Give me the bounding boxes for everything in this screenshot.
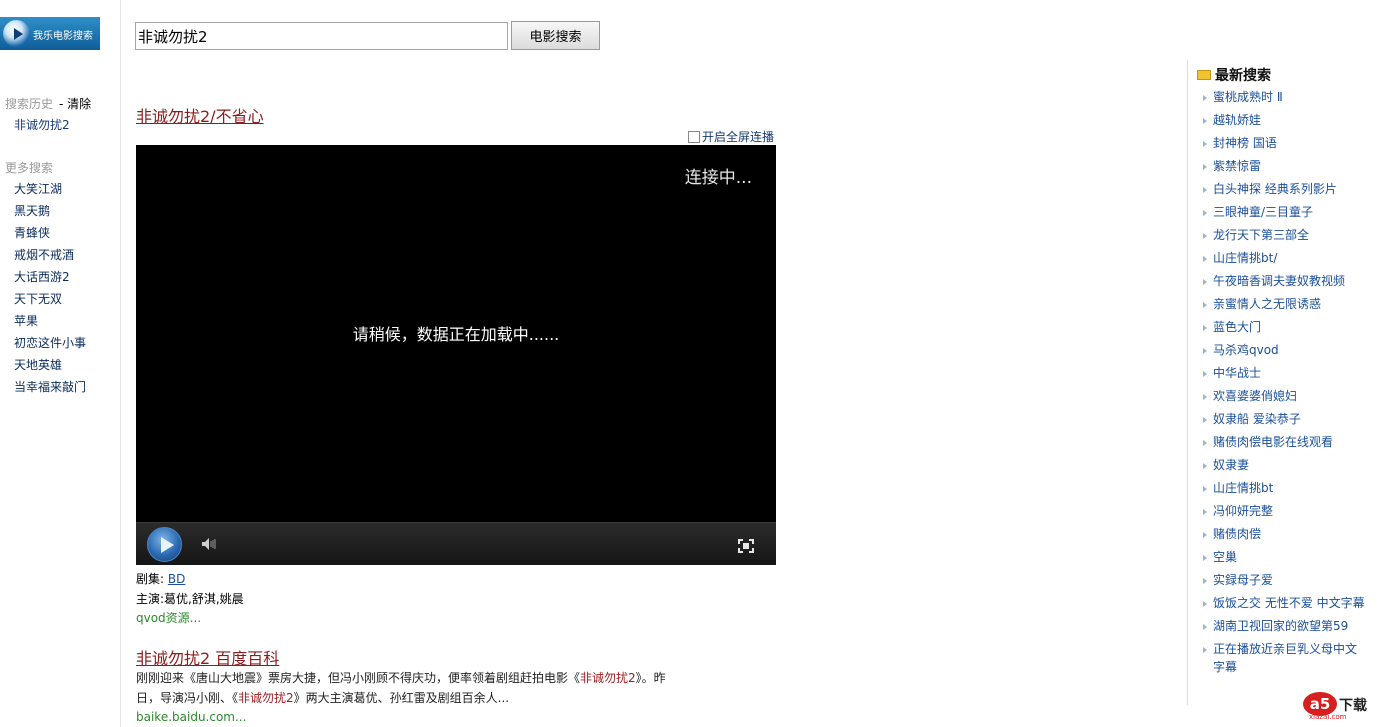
result-title-link[interactable]: 非诚勿扰2 百度百科 xyxy=(136,645,279,669)
latest-search-item[interactable]: 赌债肉偿电影在线观看 xyxy=(1201,433,1366,451)
latest-search-item[interactable]: 中华战士 xyxy=(1201,364,1366,382)
watermark-domain: xiazai.com xyxy=(1309,713,1347,721)
loading-message: 请稍候，数据正在加载中...... xyxy=(352,325,560,344)
episode-link[interactable]: BD xyxy=(168,572,185,586)
cast-row: 主演:葛优,舒淇,姚晨 xyxy=(136,590,244,607)
connection-status: 连接中... xyxy=(684,168,752,188)
fullscreen-autoplay-toggle[interactable]: 开启全屏连播 xyxy=(688,128,774,145)
result-title-link[interactable]: 非诚勿扰2/不省心 xyxy=(136,103,264,127)
play-disc-icon xyxy=(3,20,30,47)
latest-search-item[interactable]: 实録母子爱 xyxy=(1201,571,1366,589)
latest-search-item[interactable]: 正在播放近亲巨乳义母中文字幕 xyxy=(1201,640,1366,676)
latest-search-item[interactable]: 赌债肉偿 xyxy=(1201,525,1366,543)
a5-watermark-logo: a5 下载 xiazai.com xyxy=(1303,692,1383,721)
cast-label: 主演: xyxy=(136,592,165,606)
more-search-item[interactable]: 初恋这件小事 xyxy=(14,332,86,354)
latest-search-item[interactable]: 山庄情挑bt/ xyxy=(1201,249,1366,267)
latest-searches-title: 最新搜索 xyxy=(1215,68,1271,84)
watermark-label: 下载 xyxy=(1339,698,1367,714)
search-input[interactable] xyxy=(135,22,508,50)
cast-value: 葛优,舒淇,姚晨 xyxy=(164,592,244,606)
result-source[interactable]: baike.baidu.com... xyxy=(136,710,246,724)
video-player[interactable]: 连接中... 请稍候，数据正在加载中...... xyxy=(136,145,776,565)
more-search-item[interactable]: 天下无双 xyxy=(14,288,86,310)
latest-search-item[interactable]: 奴隶妻 xyxy=(1201,456,1366,474)
snippet-text: 》两大主演葛优、孙红雷及剧组百余人... xyxy=(293,691,510,705)
latest-search-item[interactable]: 蜜桃成熟时 Ⅱ xyxy=(1201,88,1366,106)
movie-search-button[interactable]: 电影搜索 xyxy=(511,21,600,50)
more-search-item[interactable]: 大笑江湖 xyxy=(14,178,86,200)
fullscreen-icon[interactable] xyxy=(738,539,754,553)
logo-text: 我乐电影搜索 xyxy=(33,31,93,42)
site-logo[interactable]: 我乐电影搜索 xyxy=(0,17,100,50)
latest-search-item[interactable]: 饭饭之交 无性不爱 中文字幕 xyxy=(1201,594,1366,612)
fullscreen-label: 开启全屏连播 xyxy=(702,130,775,144)
latest-search-item[interactable]: 白头神探 经典系列影片 xyxy=(1201,180,1366,198)
more-search-item[interactable]: 当幸福来敲门 xyxy=(14,376,86,398)
latest-search-item[interactable]: 龙行天下第三部全 xyxy=(1201,226,1366,244)
play-button[interactable] xyxy=(147,527,182,562)
more-search-item[interactable]: 大话西游2 xyxy=(14,266,86,288)
history-header: 搜索历史 - 清除 xyxy=(5,95,91,112)
more-search-item[interactable]: 苹果 xyxy=(14,310,86,332)
left-sidebar: 我乐电影搜索 搜索历史 - 清除 非诚勿扰2 更多搜索 大笑江湖 黑天鹅 青蜂侠 … xyxy=(0,0,121,727)
more-search-item[interactable]: 黑天鹅 xyxy=(14,200,86,222)
volume-icon[interactable] xyxy=(201,537,217,551)
latest-search-item[interactable]: 马杀鸡qvod xyxy=(1201,341,1366,359)
history-title: 搜索历史 xyxy=(5,97,54,111)
more-search-item[interactable]: 戒烟不戒酒 xyxy=(14,244,86,266)
latest-search-item[interactable]: 越轨娇娃 xyxy=(1201,111,1366,129)
episodes-row: 剧集: BD xyxy=(136,570,185,587)
latest-search-item[interactable]: 紫禁惊雷 xyxy=(1201,157,1366,175)
result-snippet: 刚刚迎来《唐山大地震》票房大捷，但冯小刚顾不得庆功，便率领着剧组赶拍电影《非诚勿… xyxy=(136,668,681,708)
result-source[interactable]: qvod资源... xyxy=(136,609,201,626)
clear-history-link[interactable]: - 清除 xyxy=(59,97,91,111)
snippet-highlight: 非诚勿扰2 xyxy=(238,691,294,705)
history-item[interactable]: 非诚勿扰2 xyxy=(14,114,70,136)
latest-search-item[interactable]: 欢喜婆婆俏媳妇 xyxy=(1201,387,1366,405)
latest-search-item[interactable]: 三眼神童/三目童子 xyxy=(1201,203,1366,221)
right-column-divider xyxy=(1187,60,1188,705)
history-list: 非诚勿扰2 xyxy=(14,114,70,136)
more-search-item[interactable]: 天地英雄 xyxy=(14,354,86,376)
folder-icon xyxy=(1197,70,1211,80)
more-searches-title: 更多搜索 xyxy=(5,161,54,175)
latest-search-item[interactable]: 午夜暗香调夫妻奴教视频 xyxy=(1201,272,1366,290)
latest-search-item[interactable]: 山庄情挑bt xyxy=(1201,479,1366,497)
latest-search-item[interactable]: 亲蜜情人之无限诱惑 xyxy=(1201,295,1366,313)
more-searches-list: 大笑江湖 黑天鹅 青蜂侠 戒烟不戒酒 大话西游2 天下无双 苹果 初恋这件小事 … xyxy=(14,178,86,398)
latest-search-item[interactable]: 湖南卫视回家的欲望第59 xyxy=(1201,617,1366,635)
more-search-item[interactable]: 青蜂侠 xyxy=(14,222,86,244)
latest-search-item[interactable]: 蓝色大门 xyxy=(1201,318,1366,336)
snippet-text: 刚刚迎来《唐山大地震》票房大捷，但冯小刚顾不得庆功，便率领着剧组赶拍电影《 xyxy=(136,671,581,685)
latest-search-item[interactable]: 封神榜 国语 xyxy=(1201,134,1366,152)
latest-searches-header: 最新搜索 xyxy=(1197,65,1271,85)
latest-searches-list: 蜜桃成熟时 Ⅱ 越轨娇娃 封神榜 国语 紫禁惊雷 白头神探 经典系列影片 三眼神… xyxy=(1201,88,1366,681)
player-control-bar xyxy=(136,522,776,565)
episodes-label: 剧集: xyxy=(136,572,165,586)
latest-search-item[interactable]: 空巢 xyxy=(1201,548,1366,566)
latest-search-item[interactable]: 奴隶船 爱染恭子 xyxy=(1201,410,1366,428)
snippet-highlight: 非诚勿扰2 xyxy=(580,671,636,685)
latest-search-item[interactable]: 冯仰妍完整 xyxy=(1201,502,1366,520)
fullscreen-checkbox[interactable] xyxy=(688,131,700,143)
